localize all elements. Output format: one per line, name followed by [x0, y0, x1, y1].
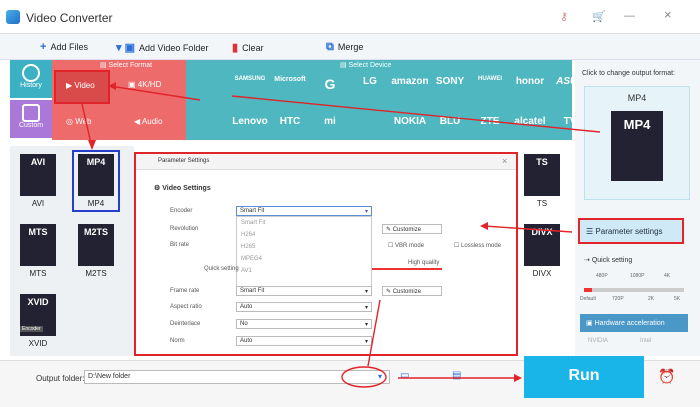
annotation-overlay	[81, 82, 601, 388]
arrow-from-mp4-preview	[231, 95, 601, 133]
arrow-to-dropdown	[367, 299, 381, 367]
arrow-to-video	[109, 85, 201, 101]
arrow-to-dialog	[483, 225, 573, 233]
dropdown-highlight-circle	[341, 366, 387, 388]
